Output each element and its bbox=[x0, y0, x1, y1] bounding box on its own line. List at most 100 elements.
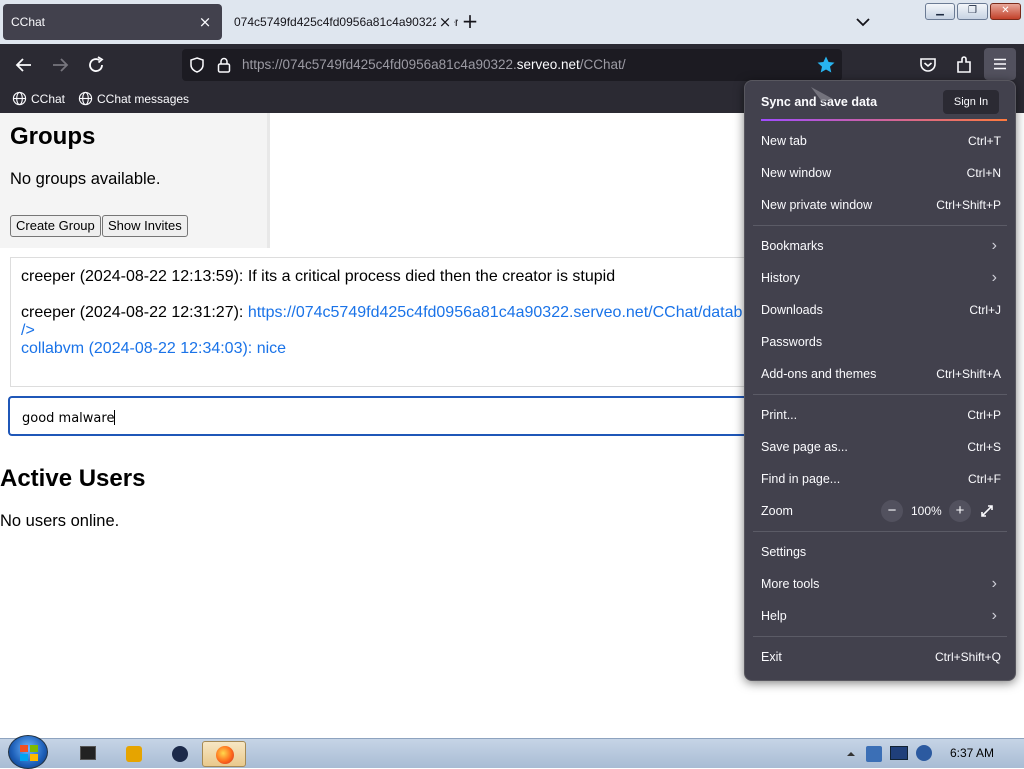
chevron-right-icon: › bbox=[991, 607, 997, 624]
menu-item-label: New window bbox=[761, 166, 832, 180]
messages-box[interactable]: creeper (2024-08-22 12:13:59): If its a … bbox=[10, 257, 770, 387]
show-invites-button[interactable]: Show Invites bbox=[102, 215, 188, 237]
show-hidden-icons-icon[interactable] bbox=[846, 749, 856, 759]
menu-item-addons[interactable]: Add-ons and themes Ctrl+Shift+A bbox=[761, 363, 1001, 385]
hamburger-menu-icon bbox=[994, 58, 1006, 70]
message-input[interactable]: good malware bbox=[8, 396, 768, 436]
address-bar[interactable]: https://074c5749fd425c4fd0956a81c4a90322… bbox=[182, 49, 842, 81]
menu-item-bookmarks[interactable]: Bookmarks › bbox=[761, 235, 1001, 257]
menu-item-label: Bookmarks bbox=[761, 239, 824, 253]
app-menu-button[interactable] bbox=[984, 48, 1016, 80]
taskbar-firefox-icon[interactable] bbox=[202, 741, 246, 767]
fullscreen-icon[interactable] bbox=[979, 503, 995, 519]
chevron-right-icon: › bbox=[991, 269, 997, 286]
text-caret bbox=[114, 410, 116, 425]
taskbar-clock[interactable]: 6:37 AM bbox=[950, 746, 994, 760]
menu-item-label: Add-ons and themes bbox=[761, 367, 877, 381]
menu-item-history[interactable]: History › bbox=[761, 267, 1001, 289]
globe-icon bbox=[12, 91, 27, 106]
menu-item-label: New private window bbox=[761, 198, 873, 212]
groups-panel: Groups No groups available. Create Group… bbox=[0, 113, 270, 248]
list-all-tabs-icon[interactable] bbox=[852, 11, 874, 33]
zoom-level[interactable]: 100% bbox=[911, 500, 942, 522]
menu-item-passwords[interactable]: Passwords bbox=[761, 331, 1001, 353]
bookmark-label: CChat messages bbox=[97, 91, 190, 106]
globe-icon bbox=[78, 91, 93, 106]
menu-item-print[interactable]: Print... Ctrl+P bbox=[761, 404, 1001, 426]
menu-item-label: Save page as... bbox=[761, 440, 848, 454]
message-link[interactable]: https://074c5749fd425c4fd0956a81c4a90322… bbox=[248, 304, 743, 321]
create-group-button[interactable]: Create Group bbox=[10, 215, 101, 237]
taskbar-app-icon[interactable] bbox=[160, 741, 200, 767]
menu-item-label: New tab bbox=[761, 134, 807, 148]
app-menu-panel: Sync and save data Sign In New tab Ctrl+T… bbox=[744, 80, 1016, 681]
menu-item-save-page[interactable]: Save page as... Ctrl+S bbox=[761, 436, 1001, 458]
taskbar-terminal-icon[interactable] bbox=[68, 741, 108, 767]
tab-cchat[interactable]: CChat × bbox=[3, 4, 222, 40]
tray-network-icon[interactable] bbox=[866, 746, 882, 762]
url-text[interactable]: https://074c5749fd425c4fd0956a81c4a90322… bbox=[242, 57, 626, 72]
menu-item-label: History bbox=[761, 271, 800, 285]
back-icon[interactable] bbox=[12, 53, 36, 77]
bookmark-cchat[interactable]: CChat bbox=[12, 91, 65, 106]
message-prefix: creeper (2024-08-22 12:31:27): bbox=[21, 304, 248, 321]
start-button[interactable] bbox=[8, 735, 48, 769]
menu-item-help[interactable]: Help › bbox=[761, 605, 1001, 627]
menu-item-zoom: Zoom − 100% + bbox=[761, 500, 1001, 522]
sign-in-button[interactable]: Sign In bbox=[943, 90, 999, 114]
menu-item-label: Find in page... bbox=[761, 472, 841, 486]
menu-item-label: Exit bbox=[761, 650, 782, 664]
menu-item-more-tools[interactable]: More tools › bbox=[761, 573, 1001, 595]
menu-item-shortcut: Ctrl+N bbox=[966, 166, 1001, 180]
bookmark-star-icon[interactable] bbox=[816, 55, 836, 75]
menu-item-shortcut: Ctrl+F bbox=[968, 472, 1001, 486]
lock-icon[interactable] bbox=[216, 56, 232, 74]
zoom-in-button[interactable]: + bbox=[949, 500, 971, 522]
menu-item-new-tab[interactable]: New tab Ctrl+T bbox=[761, 130, 1001, 152]
no-groups-text: No groups available. bbox=[10, 170, 161, 188]
menu-item-shortcut: Ctrl+J bbox=[969, 303, 1001, 317]
menu-item-exit[interactable]: Exit Ctrl+Shift+Q bbox=[761, 646, 1001, 668]
tray-display-icon[interactable] bbox=[890, 746, 908, 760]
menu-item-label: Passwords bbox=[761, 335, 823, 349]
menu-item-downloads[interactable]: Downloads Ctrl+J bbox=[761, 299, 1001, 321]
menu-item-label: Print... bbox=[761, 408, 798, 422]
extensions-icon[interactable] bbox=[952, 53, 976, 77]
taskbar-media-player-icon[interactable] bbox=[114, 741, 154, 767]
menu-item-new-window[interactable]: New window Ctrl+N bbox=[761, 162, 1001, 184]
active-users-title: Active Users bbox=[0, 465, 146, 492]
new-tab-button[interactable]: + bbox=[458, 9, 482, 33]
tab-close-icon[interactable]: × bbox=[196, 13, 214, 31]
menu-item-shortcut: Ctrl+P bbox=[967, 408, 1001, 422]
bookmark-label: CChat bbox=[31, 91, 66, 106]
account-divider bbox=[761, 119, 1007, 121]
menu-item-label: Help bbox=[761, 609, 787, 623]
menu-separator bbox=[753, 394, 1007, 395]
message-item: collabvm (2024-08-22 12:34:03): nice bbox=[21, 340, 287, 357]
window-close-button[interactable]: ✕ bbox=[990, 3, 1021, 20]
tab-serveo[interactable]: 074c5749fd425c4fd0956a81c4a90322.serveo.… bbox=[228, 4, 458, 40]
message-item: creeper (2024-08-22 12:31:27): https://0… bbox=[21, 304, 742, 322]
menu-item-shortcut: Ctrl+Shift+P bbox=[936, 198, 1001, 212]
taskbar: 6:37 AM bbox=[0, 735, 1024, 769]
menu-item-new-private-window[interactable]: New private window Ctrl+Shift+P bbox=[761, 194, 1001, 216]
mouse-cursor-icon bbox=[811, 87, 833, 111]
windows-logo-icon bbox=[20, 745, 38, 761]
forward-icon[interactable] bbox=[48, 53, 72, 77]
tray-volume-icon[interactable] bbox=[916, 745, 932, 761]
tab-close-icon[interactable]: × bbox=[436, 13, 454, 31]
bookmark-cchat-messages[interactable]: CChat messages bbox=[78, 91, 189, 106]
window-maximize-button[interactable]: ❐ bbox=[957, 3, 988, 20]
zoom-out-button[interactable]: − bbox=[881, 500, 903, 522]
reload-icon[interactable] bbox=[84, 53, 108, 77]
menu-separator bbox=[753, 225, 1007, 226]
message-item: creeper (2024-08-22 12:13:59): If its a … bbox=[21, 268, 616, 285]
menu-item-label: Downloads bbox=[761, 303, 823, 317]
menu-item-settings[interactable]: Settings bbox=[761, 541, 1001, 563]
menu-separator bbox=[753, 636, 1007, 637]
menu-item-shortcut: Ctrl+Shift+Q bbox=[934, 650, 1001, 664]
pocket-icon[interactable] bbox=[916, 53, 940, 77]
tracking-protection-shield-icon[interactable] bbox=[188, 56, 206, 74]
menu-item-find-in-page[interactable]: Find in page... Ctrl+F bbox=[761, 468, 1001, 490]
window-minimize-button[interactable]: ▁ bbox=[925, 3, 955, 20]
